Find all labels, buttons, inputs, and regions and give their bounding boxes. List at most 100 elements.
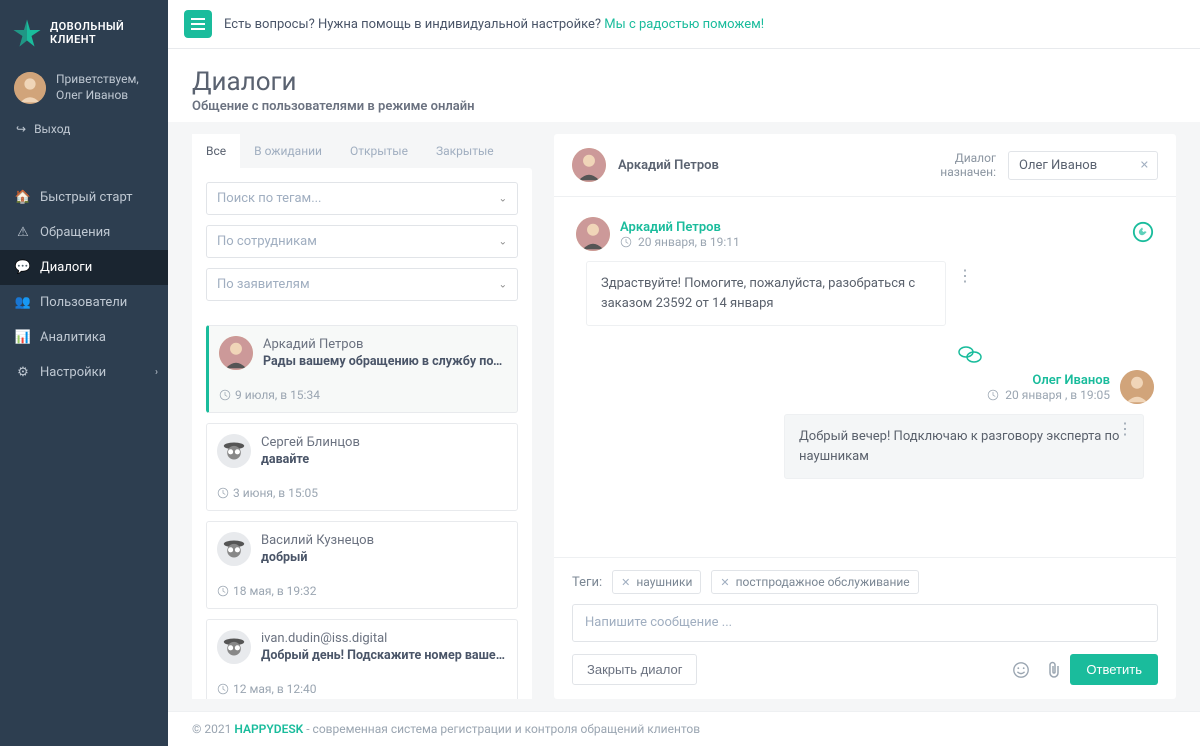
user-summary: Приветствуем,Олег Иванов bbox=[0, 62, 168, 114]
nav-label: Быстрый старт bbox=[40, 190, 133, 205]
main-area: Есть вопросы? Нужна помощь в индивидуаль… bbox=[168, 0, 1200, 746]
conversation-panel: Аркадий Петров Диалогназначен: Олег Иван… bbox=[554, 134, 1176, 699]
assigned-label-2: назначен: bbox=[940, 165, 996, 179]
attach-button[interactable] bbox=[1038, 661, 1070, 679]
username: Олег Иванов bbox=[56, 88, 139, 104]
footer: © 2021 HAPPYDESK - современная система р… bbox=[168, 711, 1200, 746]
nav-tickets[interactable]: ⚠ Обращения bbox=[0, 215, 168, 250]
message-menu-button[interactable]: ⋮ bbox=[957, 272, 973, 280]
help-banner: Есть вопросы? Нужна помощь в индивидуаль… bbox=[224, 17, 764, 32]
menu-toggle-button[interactable] bbox=[184, 10, 212, 38]
assigned-label: Диалогназначен: bbox=[940, 151, 996, 180]
nav-label: Диалоги bbox=[40, 260, 92, 275]
nav-label: Настройки bbox=[40, 365, 106, 380]
dialog-item[interactable]: Аркадий Петров Рады вашему обращению в с… bbox=[206, 325, 518, 413]
warning-icon: ⚠ bbox=[16, 225, 30, 240]
tab-open[interactable]: Открытые bbox=[336, 134, 422, 168]
star-icon bbox=[12, 18, 42, 48]
dialog-preview: давайте bbox=[261, 452, 507, 467]
nav-label: Аналитика bbox=[40, 330, 106, 345]
banner-text: Есть вопросы? Нужна помощь в индивидуаль… bbox=[224, 17, 604, 32]
tags-label: Теги: bbox=[572, 575, 602, 590]
filter-staff[interactable]: По сотрудникам ⌄ bbox=[206, 225, 518, 258]
dialog-contact-name: Аркадий Петров bbox=[263, 337, 507, 352]
dialog-list: Аркадий Петров Рады вашему обращению в с… bbox=[192, 315, 532, 699]
reply-button[interactable]: Ответить bbox=[1070, 654, 1158, 685]
clock-icon bbox=[219, 389, 231, 401]
chevron-right-icon: › bbox=[155, 367, 158, 378]
logout-button[interactable]: ↪ Выход bbox=[0, 114, 168, 150]
contact-avatar bbox=[217, 630, 251, 664]
dialog-item[interactable]: ivan.dudin@iss.digital Добрый день! Подс… bbox=[206, 619, 518, 699]
dialog-contact-name: ivan.dudin@iss.digital bbox=[261, 631, 507, 646]
tab-waiting[interactable]: В ожидании bbox=[240, 134, 336, 168]
clock-icon bbox=[620, 236, 632, 248]
message-bubble: Здраствуйте! Помогите, пожалуйста, разоб… bbox=[586, 261, 946, 326]
home-icon: 🏠 bbox=[16, 190, 30, 205]
chevron-down-icon: ⌄ bbox=[499, 236, 507, 247]
contact-avatar bbox=[572, 148, 606, 182]
nav-analytics[interactable]: 📊 Аналитика bbox=[0, 320, 168, 355]
message-bubble: Добрый вечер! Подключаю к разговору эксп… bbox=[784, 414, 1144, 479]
chevron-down-icon: ⌄ bbox=[499, 193, 507, 204]
actions-row: Закрыть диалог Ответить bbox=[572, 654, 1158, 685]
conversation-body: Аркадий Петров 20 января, в 19:11 Здраст… bbox=[554, 197, 1176, 557]
message-time: 20 января, в 19:11 bbox=[638, 235, 740, 249]
page-title: Диалоги bbox=[192, 67, 1176, 97]
banner-link[interactable]: Мы с радостью поможем! bbox=[604, 17, 764, 32]
dialog-item[interactable]: Сергей Блинцов давайте 3 июня, в 15:05 bbox=[206, 423, 518, 511]
clear-icon[interactable]: ✕ bbox=[1140, 159, 1149, 172]
dialog-preview: Добрый день! Подскажите номер вашего ... bbox=[261, 648, 507, 663]
nav-users[interactable]: 👥Пользователи bbox=[0, 285, 168, 320]
tab-all[interactable]: Все bbox=[192, 134, 240, 168]
topbar: Есть вопросы? Нужна помощь в индивидуаль… bbox=[168, 0, 1200, 49]
assigned-value: Олег Иванов bbox=[1019, 158, 1097, 173]
whatsapp-icon bbox=[1132, 221, 1154, 247]
brand-logo: ДОВОЛЬНЫЙКЛИЕНТ bbox=[0, 0, 168, 62]
message-avatar bbox=[576, 217, 610, 251]
nav-settings[interactable]: ⚙ Настройки › bbox=[0, 355, 168, 390]
footer-brand: HAPPYDESK bbox=[234, 722, 303, 736]
page-subtitle: Общение с пользователями в режиме онлайн bbox=[192, 99, 1176, 114]
nav-dialogs[interactable]: 💬Диалоги bbox=[0, 250, 168, 285]
brand-line1: ДОВОЛЬНЫЙ bbox=[50, 20, 124, 33]
message-text: Здраствуйте! Помогите, пожалуйста, разоб… bbox=[601, 276, 915, 311]
assigned-select[interactable]: Олег Иванов ✕ bbox=[1008, 151, 1158, 180]
logout-label: Выход bbox=[34, 122, 70, 136]
conversation-footer: Теги: ✕наушники ✕постпродажное обслужива… bbox=[554, 557, 1176, 699]
dialog-time: 18 мая, в 19:32 bbox=[233, 584, 317, 598]
nav-label: Обращения bbox=[40, 225, 110, 240]
message-menu-button[interactable]: ⋮ bbox=[1117, 425, 1133, 433]
filter-placeholder: По заявителям bbox=[217, 277, 310, 292]
dialog-preview: добрый bbox=[261, 550, 507, 565]
filter-placeholder: По сотрудникам bbox=[217, 234, 317, 249]
remove-tag-icon[interactable]: ✕ bbox=[621, 576, 630, 589]
footer-text: - современная система регистрации и конт… bbox=[303, 722, 700, 736]
chat-bubbles-icon bbox=[786, 344, 1154, 364]
tag-chip[interactable]: ✕постпродажное обслуживание bbox=[711, 570, 918, 594]
filters: Поиск по тегам...⌄ По сотрудникам ⌄ По за… bbox=[192, 168, 532, 315]
tag-chip[interactable]: ✕наушники bbox=[612, 570, 701, 594]
emoji-button[interactable] bbox=[1004, 661, 1038, 679]
footer-year: © 2021 bbox=[192, 722, 234, 736]
clock-icon bbox=[217, 683, 229, 695]
tab-closed[interactable]: Закрытые bbox=[422, 134, 508, 168]
close-dialog-button[interactable]: Закрыть диалог bbox=[572, 654, 697, 685]
message-outgoing: Олег Иванов 20 января , в 19:05 Добрый в… bbox=[576, 370, 1154, 479]
brand-line2: КЛИЕНТ bbox=[50, 33, 96, 46]
filter-requesters[interactable]: По заявителям ⌄ bbox=[206, 268, 518, 301]
gear-icon: ⚙ bbox=[16, 365, 30, 380]
chevron-down-icon: ⌄ bbox=[499, 279, 507, 290]
contact-avatar bbox=[217, 532, 251, 566]
compose-input[interactable]: Напишите сообщение ... bbox=[572, 604, 1158, 642]
remove-tag-icon[interactable]: ✕ bbox=[720, 576, 729, 589]
filter-tags[interactable]: Поиск по тегам...⌄ bbox=[206, 182, 518, 215]
user-avatar bbox=[14, 72, 46, 104]
message-avatar bbox=[1120, 370, 1154, 404]
dialog-item[interactable]: Василий Кузнецов добрый 18 мая, в 19:32 bbox=[206, 521, 518, 609]
dialog-contact-name: Василий Кузнецов bbox=[261, 533, 507, 548]
nav-quickstart[interactable]: 🏠 Быстрый старт bbox=[0, 180, 168, 215]
message-time: 20 января , в 19:05 bbox=[1005, 388, 1110, 402]
chart-icon: 📊 bbox=[16, 330, 30, 345]
message-incoming: Аркадий Петров 20 января, в 19:11 Здраст… bbox=[576, 217, 1154, 326]
